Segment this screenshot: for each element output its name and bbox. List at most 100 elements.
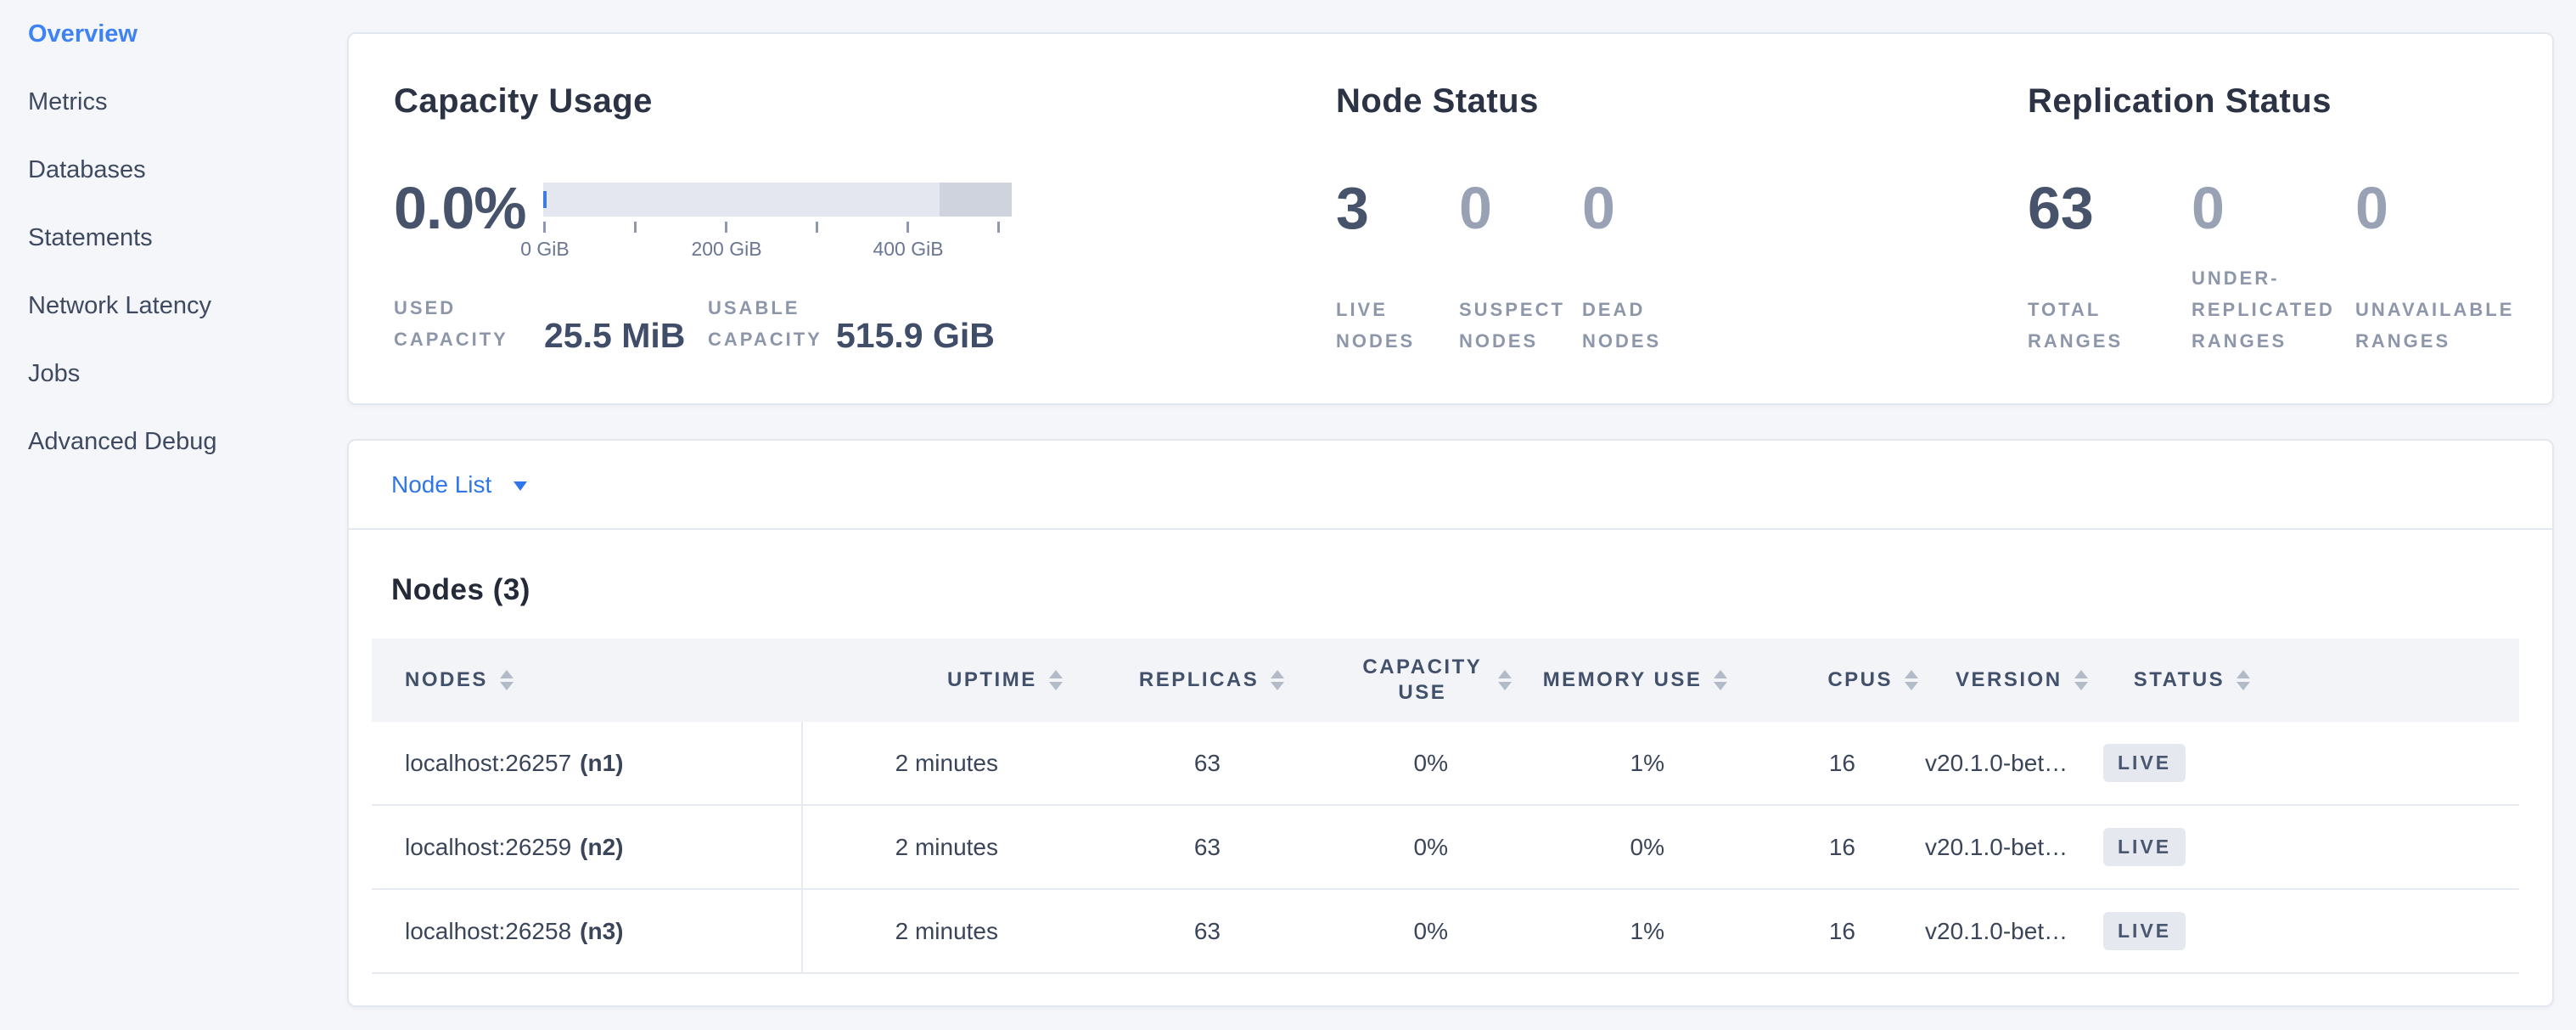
column-header-replicas[interactable]: REPLICAS	[1063, 668, 1285, 692]
stat-total-ranges: 63 TOTAL RANGES	[2028, 176, 2192, 357]
version-cell: v20.1.0-bet…	[1888, 890, 2076, 972]
cpus-cell: 16	[1697, 890, 1888, 972]
stat-live-nodes: 3 LIVE NODES	[1336, 176, 1459, 357]
stat-dead-nodes: 0 DEAD NODES	[1582, 176, 1705, 357]
table-row-node-1[interactable]: localhost:26257 (n1) 2 minutes 63 0% 1% …	[372, 722, 2519, 806]
sort-icon[interactable]	[1714, 670, 1727, 690]
dead-nodes-value: 0	[1582, 176, 1705, 240]
axis-label-200gib: 200 GiB	[691, 238, 761, 261]
nodes-count-title: Nodes (3)	[391, 571, 2519, 610]
replication-status-panel: Replication Status 63 TOTAL RANGES 0 UND…	[2028, 82, 2519, 357]
cpus-cell: 16	[1697, 722, 1888, 804]
replication-status-title: Replication Status	[2028, 82, 2519, 120]
stat-unavailable-ranges: 0 UNAVAILABLE RANGES	[2355, 176, 2519, 357]
unavailable-ranges-label: UNAVAILABLE RANGES	[2355, 262, 2519, 357]
node-list-card: Node List Nodes (3) NODES UPTIME	[347, 439, 2554, 1007]
sidebar: Overview Metrics Databases Statements Ne…	[0, 0, 347, 495]
version-cell: v20.1.0-bet…	[1888, 806, 2076, 888]
sidebar-item-overview[interactable]: Overview	[28, 20, 347, 48]
table-row-node-3[interactable]: localhost:26258 (n3) 2 minutes 63 0% 1% …	[372, 890, 2519, 974]
unavailable-ranges-value: 0	[2355, 176, 2519, 240]
live-nodes-value: 3	[1336, 176, 1459, 240]
live-nodes-label: LIVE NODES	[1336, 262, 1459, 357]
nodes-section: Nodes (3) NODES UPTIME REPLICAS	[349, 530, 2552, 974]
total-ranges-value: 63	[2028, 176, 2192, 240]
cpus-cell: 16	[1697, 806, 1888, 888]
node-list-selector[interactable]: Node List	[349, 441, 2552, 530]
column-header-memory-use[interactable]: MEMORY USE	[1512, 668, 1728, 692]
sidebar-item-databases[interactable]: Databases	[28, 155, 347, 184]
replicas-cell: 63	[1030, 890, 1253, 972]
capacity-use-cell: 0%	[1253, 806, 1480, 888]
node-list-selector-label: Node List	[391, 471, 491, 498]
dead-nodes-label: DEAD NODES	[1582, 262, 1705, 357]
status-badge: LIVE	[2103, 744, 2186, 782]
under-replicated-ranges-label: UNDER- REPLICATED RANGES	[2192, 262, 2355, 357]
sort-icon[interactable]	[1498, 670, 1512, 690]
column-header-version[interactable]: VERSION	[1918, 668, 2107, 692]
memory-use-cell: 1%	[1480, 890, 1697, 972]
capacity-axis-labels: 0 GiB 200 GiB 400 GiB	[543, 238, 1012, 262]
sort-icon[interactable]	[1905, 670, 1918, 690]
status-badge: LIVE	[2103, 912, 2186, 950]
status-cell: LIVE	[2076, 722, 2464, 804]
memory-use-cell: 1%	[1480, 722, 1697, 804]
version-cell: v20.1.0-bet…	[1888, 722, 2076, 804]
nodes-table: NODES UPTIME REPLICAS CAPACITY USE	[372, 639, 2519, 974]
capacity-usage-panel: Capacity Usage 0.0%	[394, 82, 1012, 355]
node-address-cell[interactable]: localhost:26258 (n3)	[372, 890, 803, 972]
replicas-cell: 63	[1030, 806, 1253, 888]
nodes-table-header: NODES UPTIME REPLICAS CAPACITY USE	[372, 639, 2519, 722]
column-header-nodes[interactable]: NODES	[405, 668, 835, 692]
suspect-nodes-value: 0	[1459, 176, 1582, 240]
sort-icon[interactable]	[500, 670, 514, 690]
chevron-down-icon	[514, 481, 527, 491]
capacity-bar-chart: 0 GiB 200 GiB 400 GiB	[543, 183, 1012, 262]
admin-ui-overview-page: Overview Metrics Databases Statements Ne…	[0, 0, 2576, 1030]
sidebar-item-metrics[interactable]: Metrics	[28, 87, 347, 116]
node-address-cell[interactable]: localhost:26259 (n2)	[372, 806, 803, 888]
under-replicated-ranges-value: 0	[2192, 176, 2355, 240]
sidebar-item-jobs[interactable]: Jobs	[28, 359, 347, 388]
column-header-status[interactable]: STATUS	[2107, 668, 2494, 692]
capacity-axis-ticks	[543, 222, 1012, 233]
status-cell: LIVE	[2076, 890, 2464, 972]
capacity-use-cell: 0%	[1253, 722, 1480, 804]
capacity-use-cell: 0%	[1253, 890, 1480, 972]
capacity-bar-other-segment	[940, 183, 1012, 217]
node-status-title: Node Status	[1336, 82, 1705, 120]
column-header-cpus[interactable]: CPUS	[1727, 668, 1918, 692]
status-badge: LIVE	[2103, 828, 2186, 866]
status-cell: LIVE	[2076, 806, 2464, 888]
axis-label-400gib: 400 GiB	[873, 238, 943, 261]
uptime-cell: 2 minutes	[803, 806, 1030, 888]
suspect-nodes-label: SUSPECT NODES	[1459, 262, 1582, 357]
column-header-capacity-use[interactable]: CAPACITY USE	[1284, 655, 1512, 706]
sort-icon[interactable]	[2236, 670, 2250, 690]
uptime-cell: 2 minutes	[803, 722, 1030, 804]
uptime-cell: 2 minutes	[803, 890, 1030, 972]
table-row-node-2[interactable]: localhost:26259 (n2) 2 minutes 63 0% 0% …	[372, 806, 2519, 890]
total-ranges-label: TOTAL RANGES	[2028, 262, 2192, 357]
stat-under-replicated-ranges: 0 UNDER- REPLICATED RANGES	[2192, 176, 2355, 357]
cluster-summary-card: Capacity Usage 0.0%	[347, 32, 2554, 405]
node-address-cell[interactable]: localhost:26257 (n1)	[372, 722, 803, 804]
replicas-cell: 63	[1030, 722, 1253, 804]
used-capacity-label: USED CAPACITY	[394, 292, 544, 355]
sort-icon[interactable]	[2074, 670, 2088, 690]
sidebar-item-statements[interactable]: Statements	[28, 223, 347, 252]
axis-label-0gib: 0 GiB	[520, 238, 570, 261]
stat-suspect-nodes: 0 SUSPECT NODES	[1459, 176, 1582, 357]
usable-capacity-label: USABLE CAPACITY	[708, 292, 836, 355]
sidebar-item-advanced-debug[interactable]: Advanced Debug	[28, 427, 347, 456]
sort-icon[interactable]	[1049, 670, 1063, 690]
used-capacity-value: 25.5 MiB	[544, 316, 708, 355]
sort-icon[interactable]	[1271, 670, 1284, 690]
node-status-panel: Node Status 3 LIVE NODES 0 SUSPECT NODES	[1336, 82, 1705, 357]
capacity-bar-used-segment	[543, 191, 547, 208]
memory-use-cell: 0%	[1480, 806, 1697, 888]
sidebar-item-network-latency[interactable]: Network Latency	[28, 291, 347, 320]
capacity-usage-title: Capacity Usage	[394, 82, 1012, 120]
usable-capacity-value: 515.9 GiB	[836, 316, 995, 355]
column-header-uptime[interactable]: UPTIME	[835, 668, 1063, 692]
